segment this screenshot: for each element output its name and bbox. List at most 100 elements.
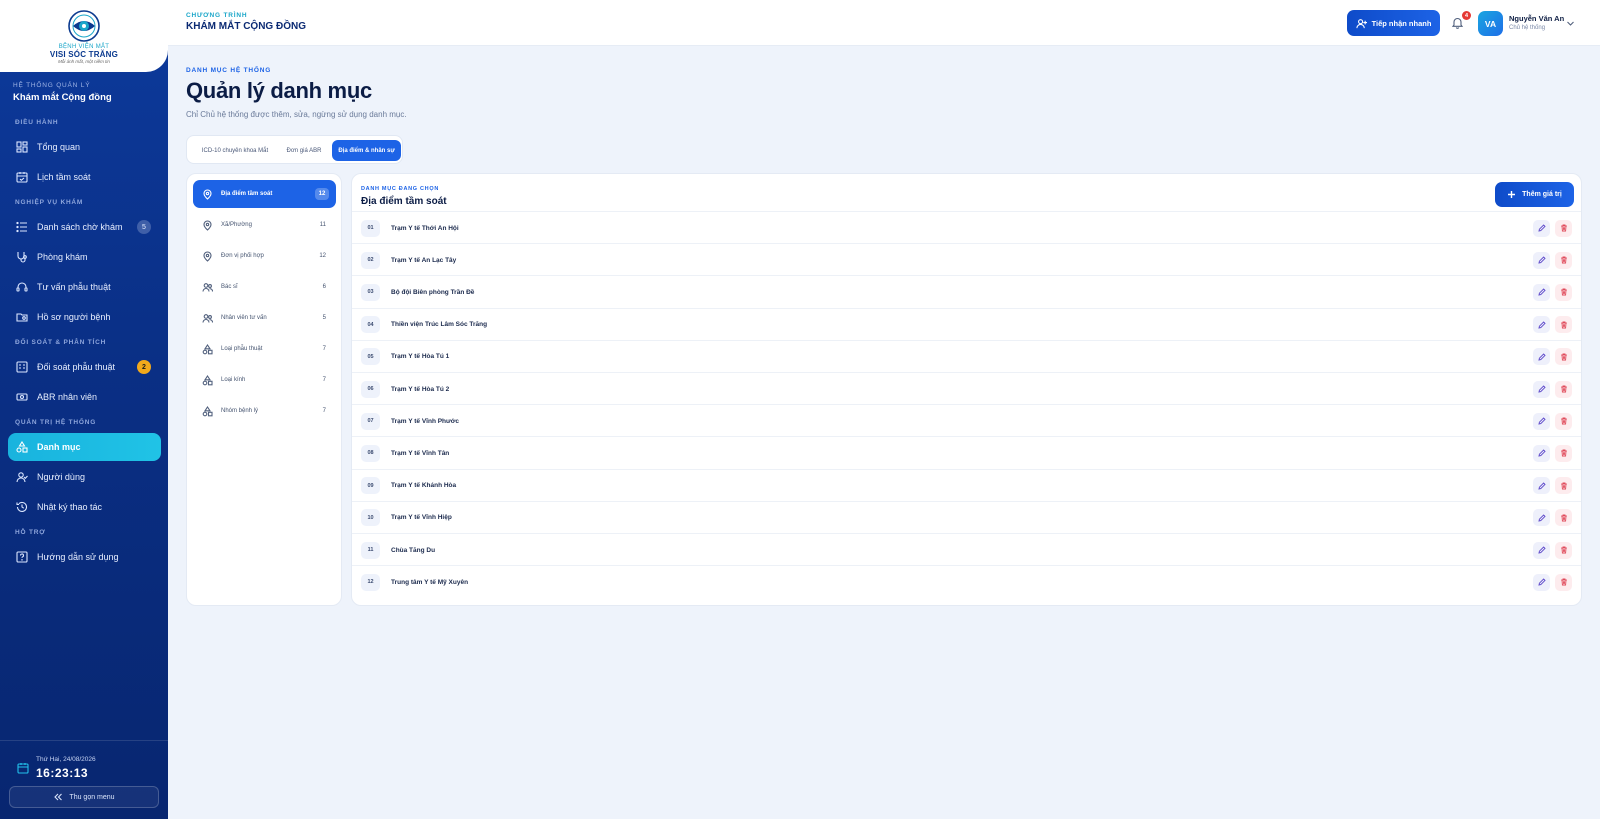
row-number: 07: [361, 412, 380, 430]
tab-abr-price[interactable]: Đơn giá ABR: [279, 140, 329, 161]
category-label: Địa điểm tầm soát: [221, 191, 273, 197]
row-name: Thiền viện Trúc Lâm Sóc Trăng: [391, 321, 488, 329]
category-item-partner-units[interactable]: Đơn vị phối hợp 12: [193, 242, 336, 270]
category-item-surgery-types[interactable]: Loại phẫu thuật 7: [193, 335, 336, 363]
nav-item-surgery-consult[interactable]: Tư vấn phẫu thuật: [8, 273, 161, 301]
logo-line2: VISI SÓC TRĂNG: [49, 49, 119, 59]
pencil-icon: [1537, 385, 1546, 393]
delete-button[interactable]: [1555, 348, 1572, 366]
nav-item-user-guide[interactable]: Hướng dẫn sử dụng: [8, 543, 161, 571]
nav-item-categories[interactable]: Danh mục: [8, 433, 161, 461]
pencil-icon: [1537, 546, 1546, 554]
hospital-logo[interactable]: BỆNH VIỆN MẮT VISI SÓC TRĂNG Mỗi ánh mắt…: [0, 0, 168, 72]
row-number: 05: [361, 348, 380, 366]
edit-button[interactable]: [1533, 573, 1550, 591]
category-tabs: ICD-10 chuyên khoa Mắt Đơn giá ABR Địa đ…: [186, 135, 403, 164]
edit-button[interactable]: [1533, 444, 1550, 462]
category-item-doctors[interactable]: Bác sĩ 6: [193, 273, 336, 301]
nav-item-patient-records[interactable]: Hồ sơ người bệnh: [8, 303, 161, 331]
row-name: Trạm Y tế Thới An Hội: [391, 224, 459, 232]
delete-button[interactable]: [1555, 444, 1572, 462]
chevron-down-icon[interactable]: [1566, 19, 1575, 28]
edit-button[interactable]: [1533, 251, 1550, 269]
row-number: 02: [361, 251, 380, 269]
category-count: 5: [322, 315, 326, 321]
category-count: 7: [322, 377, 326, 383]
stethoscope-icon: [17, 252, 27, 263]
row-name: Trung tâm Y tế Mỹ Xuyên: [391, 578, 469, 586]
user-role: Chủ hệ thống: [1509, 25, 1546, 31]
collapse-menu-button[interactable]: Thu gọn menu: [9, 786, 159, 808]
edit-button[interactable]: [1533, 412, 1550, 430]
delete-button[interactable]: [1555, 509, 1572, 527]
notification-badge: 4: [1462, 11, 1471, 20]
users-icon: [202, 313, 213, 323]
nav-item-waiting-list[interactable]: Danh sách chờ khám 5: [8, 213, 161, 241]
tab-icd10[interactable]: ICD-10 chuyên khoa Mắt: [191, 140, 279, 161]
delete-button[interactable]: [1555, 283, 1572, 301]
pencil-icon: [1537, 449, 1546, 457]
category-item-lens-types[interactable]: Loại kính 7: [193, 366, 336, 394]
category-item-disease-groups[interactable]: Nhóm bệnh lý 7: [193, 397, 336, 425]
edit-button[interactable]: [1533, 316, 1550, 334]
avatar[interactable]: VA: [1478, 11, 1503, 36]
edit-button[interactable]: [1533, 509, 1550, 527]
headset-icon: [16, 282, 28, 292]
plus-icon: [1508, 191, 1516, 198]
sidebar: BỆNH VIỆN MẮT VISI SÓC TRĂNG Mỗi ánh mắt…: [0, 0, 168, 819]
category-item-screening-locations[interactable]: Địa điểm tầm soát 12: [193, 180, 336, 208]
program-name: KHÁM MẮT CỘNG ĐỒNG: [186, 21, 306, 32]
edit-button[interactable]: [1533, 219, 1550, 237]
category-item-wards[interactable]: Xã/Phường 11: [193, 211, 336, 239]
nav-item-screening-schedule[interactable]: Lịch tầm soát: [8, 163, 161, 191]
delete-button[interactable]: [1555, 541, 1572, 559]
edit-button[interactable]: [1533, 477, 1550, 495]
page-title: Quản lý danh mục: [186, 78, 372, 103]
delete-button[interactable]: [1555, 219, 1572, 237]
nav-item-users[interactable]: Người dùng: [8, 463, 161, 491]
section-label-admin: QUẢN TRỊ HỆ THỐNG: [15, 419, 97, 426]
trash-icon: [1560, 321, 1567, 329]
nav-item-clinic[interactable]: Phòng khám: [8, 243, 161, 271]
category-item-consultants[interactable]: Nhân viên tư vấn 5: [193, 304, 336, 332]
nav-item-abr-staff[interactable]: ABR nhân viên: [8, 383, 161, 411]
edit-button[interactable]: [1533, 283, 1550, 301]
row-number: 03: [361, 283, 380, 301]
delete-button[interactable]: [1555, 380, 1572, 398]
table-row: 09 Trạm Y tế Khánh Hòa: [352, 468, 1581, 502]
user-name[interactable]: Nguyễn Văn An: [1509, 14, 1564, 23]
table-row: 08 Trạm Y tế Vĩnh Tân: [352, 436, 1581, 469]
quick-intake-button[interactable]: Tiếp nhận nhanh: [1347, 10, 1440, 36]
delete-button[interactable]: [1555, 251, 1572, 269]
trash-icon: [1560, 385, 1567, 393]
location-pin-icon: [203, 219, 212, 231]
row-name: Trạm Y tế Vĩnh Hiệp: [391, 514, 452, 522]
help-icon: [16, 551, 28, 563]
pencil-icon: [1537, 514, 1546, 522]
delete-button[interactable]: [1555, 412, 1572, 430]
edit-button[interactable]: [1533, 541, 1550, 559]
system-name: Khám mắt Cộng đồng: [13, 92, 112, 103]
category-count: 12: [315, 188, 329, 200]
delete-button[interactable]: [1555, 316, 1572, 334]
nav-item-overview[interactable]: Tổng quan: [8, 133, 161, 161]
pencil-icon: [1537, 353, 1546, 361]
table-row: 07 Trạm Y tế Vĩnh Phước: [352, 404, 1581, 437]
category-count: 6: [322, 284, 326, 290]
trash-icon: [1560, 449, 1567, 457]
nav-label: Nhật ký thao tác: [37, 502, 103, 512]
table-row: 06 Trạm Y tế Hòa Tú 2: [352, 372, 1581, 405]
add-value-button[interactable]: Thêm giá trị: [1495, 182, 1574, 207]
edit-button[interactable]: [1533, 348, 1550, 366]
quick-intake-label: Tiếp nhận nhanh: [1371, 18, 1432, 28]
row-name: Trạm Y tế Hòa Tú 2: [391, 385, 450, 393]
delete-button[interactable]: [1555, 477, 1572, 495]
trash-icon: [1560, 546, 1567, 554]
nav-item-surgery-reconciliation[interactable]: Đối soát phẫu thuật 2: [8, 353, 161, 381]
edit-button[interactable]: [1533, 380, 1550, 398]
delete-button[interactable]: [1555, 573, 1572, 591]
nav-item-activity-log[interactable]: Nhật ký thao tác: [8, 493, 161, 521]
nav-label: Hướng dẫn sử dụng: [37, 552, 119, 562]
table-row: 04 Thiền viện Trúc Lâm Sóc Trăng: [352, 307, 1581, 341]
tab-locations-staff[interactable]: Địa điểm & nhân sự: [332, 140, 401, 161]
